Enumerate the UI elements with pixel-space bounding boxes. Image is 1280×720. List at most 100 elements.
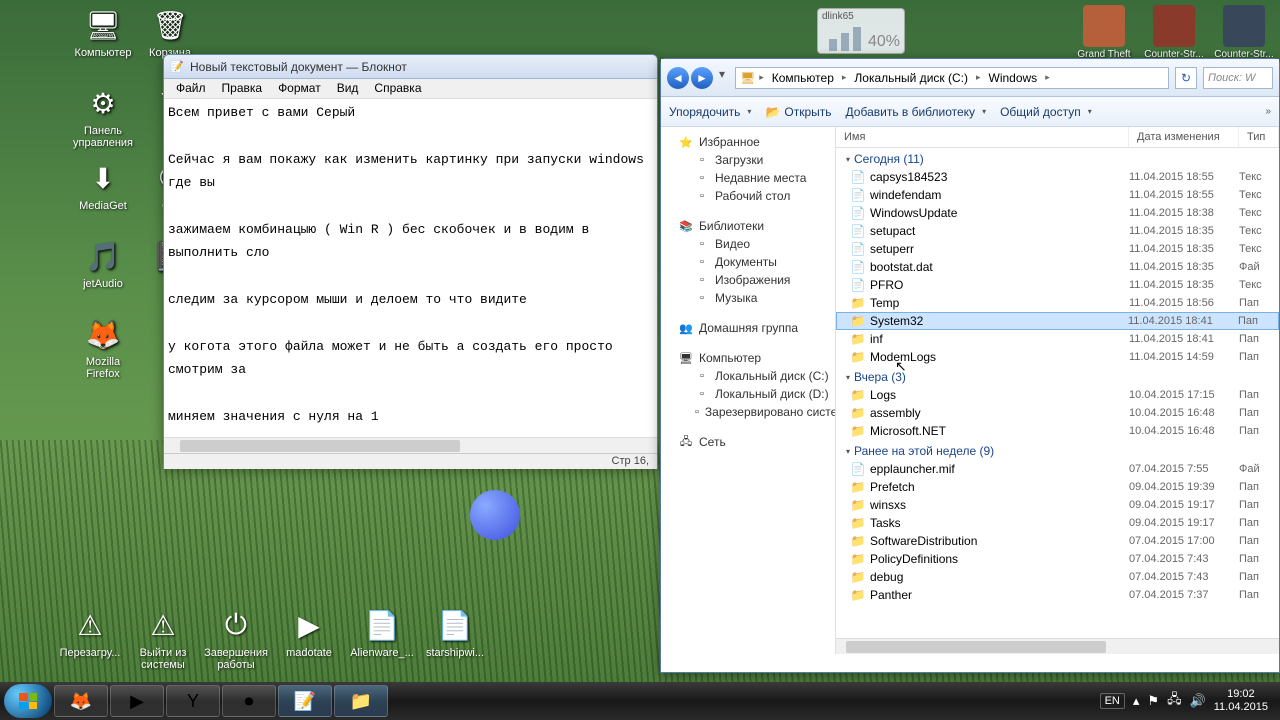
nav-forward-button[interactable]: ► — [691, 67, 713, 89]
menu-item[interactable]: Справка — [366, 79, 429, 98]
desktop-icon[interactable]: 📄Alienware_... — [347, 605, 417, 671]
start-button[interactable] — [4, 684, 52, 718]
file-row[interactable]: 📁Tasks09.04.2015 19:17Пап — [836, 514, 1279, 532]
menu-item[interactable]: Формат — [270, 79, 329, 98]
breadcrumb-segment[interactable]: Локальный диск (C:) — [850, 71, 972, 85]
nav-item[interactable]: ▫Рабочий стол — [661, 187, 835, 205]
clock[interactable]: 19:02 11.04.2015 — [1214, 688, 1268, 714]
file-row[interactable]: 📄PFRO11.04.2015 18:35Текс — [836, 276, 1279, 294]
nav-back-button[interactable]: ◄ — [667, 67, 689, 89]
nav-item[interactable]: ▫Музыка — [661, 289, 835, 307]
file-row[interactable]: 📁debug07.04.2015 7:43Пап — [836, 568, 1279, 586]
desktop-icon[interactable]: ⚠Перезагру... — [55, 605, 125, 671]
tray-up-icon[interactable]: ▴ — [1133, 693, 1140, 709]
menu-item[interactable]: Вид — [329, 79, 367, 98]
taskbar-button[interactable]: 📝 — [278, 685, 332, 717]
file-row[interactable]: 📄setupact11.04.2015 18:35Текс — [836, 222, 1279, 240]
file-row[interactable]: 📄capsys18452311.04.2015 18:55Текс — [836, 168, 1279, 186]
file-row[interactable]: 📁Microsoft.NET10.04.2015 16:48Пап — [836, 422, 1279, 440]
desktop-icon[interactable]: 🖥Компьютер — [68, 5, 138, 59]
taskbar-button[interactable]: ⏺ — [222, 685, 276, 717]
notepad-textarea[interactable]: Всем привет с вами Серый Сейчас я вам по… — [164, 99, 657, 437]
nav-item[interactable]: ▫Видео — [661, 235, 835, 253]
desktop-icon[interactable]: Grand Theft — [1073, 5, 1135, 60]
notepad-menubar[interactable]: ФайлПравкаФорматВидСправка — [164, 79, 657, 99]
nav-item[interactable]: ▫Зарезервировано систем — [661, 403, 835, 421]
volume-icon[interactable]: 🔊 — [1190, 693, 1206, 709]
nav-group-header[interactable]: 🖧Сеть — [661, 433, 835, 451]
search-input[interactable]: Поиск: W — [1203, 67, 1273, 89]
nav-pane[interactable]: ⭐Избранное▫Загрузки▫Недавние места▫Рабоч… — [661, 127, 836, 654]
nav-group-header[interactable]: ⭐Избранное — [661, 133, 835, 151]
group-header[interactable]: Ранее на этой неделе (9) — [836, 440, 1279, 460]
flag-icon[interactable]: ⚑ — [1147, 693, 1159, 709]
nav-item[interactable]: ▫Документы — [661, 253, 835, 271]
nav-item[interactable]: ▫Недавние места — [661, 169, 835, 187]
file-row[interactable]: 📁SoftwareDistribution07.04.2015 17:00Пап — [836, 532, 1279, 550]
file-row[interactable]: 📁inf11.04.2015 18:41Пап — [836, 330, 1279, 348]
desktop-icon[interactable]: ⏻Завершения работы — [201, 605, 271, 671]
file-row[interactable]: 📁winsxs09.04.2015 19:17Пап — [836, 496, 1279, 514]
add-to-library-button[interactable]: Добавить в библиотеку — [846, 105, 987, 119]
system-tray[interactable]: EN ▴ ⚑ 🖧 🔊 19:02 11.04.2015 — [1100, 688, 1276, 714]
taskbar-button[interactable]: 📁 — [334, 685, 388, 717]
file-row[interactable]: 📄WindowsUpdate11.04.2015 18:38Текс — [836, 204, 1279, 222]
nav-group-header[interactable]: 👥Домашняя группа — [661, 319, 835, 337]
file-pane[interactable]: Имя Дата изменения Тип Сегодня (11)📄caps… — [836, 127, 1279, 654]
file-row[interactable]: 📁assembly10.04.2015 16:48Пап — [836, 404, 1279, 422]
file-row[interactable]: 📁Temp11.04.2015 18:56Пап — [836, 294, 1279, 312]
open-button[interactable]: 📂Открыть — [765, 105, 831, 119]
group-header[interactable]: Сегодня (11) — [836, 148, 1279, 168]
refresh-button[interactable]: ↻ — [1175, 67, 1197, 89]
col-date[interactable]: Дата изменения — [1129, 127, 1239, 147]
desktop-icon[interactable]: ▶madotate — [274, 605, 344, 671]
file-row[interactable]: 📄setuperr11.04.2015 18:35Текс — [836, 240, 1279, 258]
taskbar-button[interactable]: 🦊 — [54, 685, 108, 717]
cpu-widget[interactable]: dlink65 40% — [817, 8, 905, 54]
network-icon[interactable]: 🖧 — [1167, 690, 1182, 712]
explorer-hscroll[interactable] — [836, 638, 1279, 654]
share-button[interactable]: Общий доступ — [1000, 105, 1092, 119]
toolbar-overflow[interactable]: » — [1265, 106, 1271, 117]
taskbar-button[interactable]: Y — [166, 685, 220, 717]
language-indicator[interactable]: EN — [1100, 693, 1125, 709]
col-name[interactable]: Имя — [836, 127, 1129, 147]
menu-item[interactable]: Правка — [214, 79, 271, 98]
nav-group-header[interactable]: 🖥Компьютер — [661, 349, 835, 367]
desktop-icon[interactable]: ⚙Панель управления — [68, 83, 138, 149]
desktop-icon[interactable]: 📄starshipwi... — [420, 605, 490, 671]
desktop-icon[interactable]: Counter-Str... — [1143, 5, 1205, 60]
menu-item[interactable]: Файл — [168, 79, 214, 98]
nav-group-header[interactable]: 📚Библиотеки — [661, 217, 835, 235]
notepad-titlebar[interactable]: 📝 Новый текстовый документ — Блокнот — [164, 55, 657, 79]
file-row[interactable]: 📁Logs10.04.2015 17:15Пап — [836, 386, 1279, 404]
desktop-icon[interactable]: ⬇MediaGet — [68, 158, 138, 212]
col-type[interactable]: Тип — [1239, 127, 1279, 147]
desktop-icon[interactable]: 🦊Mozilla Firefox — [68, 314, 138, 380]
breadcrumb-segment[interactable]: Компьютер — [768, 71, 838, 85]
file-row[interactable]: 📁Prefetch09.04.2015 19:39Пап — [836, 478, 1279, 496]
taskbar-button[interactable]: ▶ — [110, 685, 164, 717]
desktop-icon[interactable]: Counter-Str... — [1213, 5, 1275, 60]
file-row[interactable]: 📄epplauncher.mif07.04.2015 7:55Фай — [836, 460, 1279, 478]
file-row[interactable]: 📄bootstat.dat11.04.2015 18:35Фай — [836, 258, 1279, 276]
breadcrumb[interactable]: 🖥 ▸Компьютер▸Локальный диск (C:)▸Windows… — [735, 67, 1169, 89]
file-row[interactable]: 📄windefendam11.04.2015 18:55Текс — [836, 186, 1279, 204]
taskbar[interactable]: 🦊▶Y⏺📝📁 EN ▴ ⚑ 🖧 🔊 19:02 11.04.2015 — [0, 682, 1280, 720]
breadcrumb-segment[interactable]: Windows — [985, 71, 1042, 85]
desktop-icon[interactable]: 🎵jetAudio — [68, 236, 138, 290]
organize-button[interactable]: Упорядочить — [669, 105, 751, 119]
file-row[interactable]: 📁PolicyDefinitions07.04.2015 7:43Пап — [836, 550, 1279, 568]
column-headers[interactable]: Имя Дата изменения Тип — [836, 127, 1279, 148]
notepad-hscroll[interactable] — [164, 437, 657, 453]
file-row[interactable]: 📁ModemLogs11.04.2015 14:59Пап — [836, 348, 1279, 366]
nav-item[interactable]: ▫Загрузки — [661, 151, 835, 169]
nav-history-button[interactable]: ▾ — [715, 67, 729, 81]
desktop-icon[interactable]: 🗑Корзина — [135, 5, 205, 59]
group-header[interactable]: Вчера (3) — [836, 366, 1279, 386]
nav-item[interactable]: ▫Локальный диск (C:) — [661, 367, 835, 385]
nav-item[interactable]: ▫Локальный диск (D:) — [661, 385, 835, 403]
file-row[interactable]: 📁System3211.04.2015 18:41Пап — [836, 312, 1279, 330]
desktop-icon[interactable]: ⚠Выйти из системы — [128, 605, 198, 671]
notepad-window[interactable]: 📝 Новый текстовый документ — Блокнот Фай… — [163, 54, 658, 469]
